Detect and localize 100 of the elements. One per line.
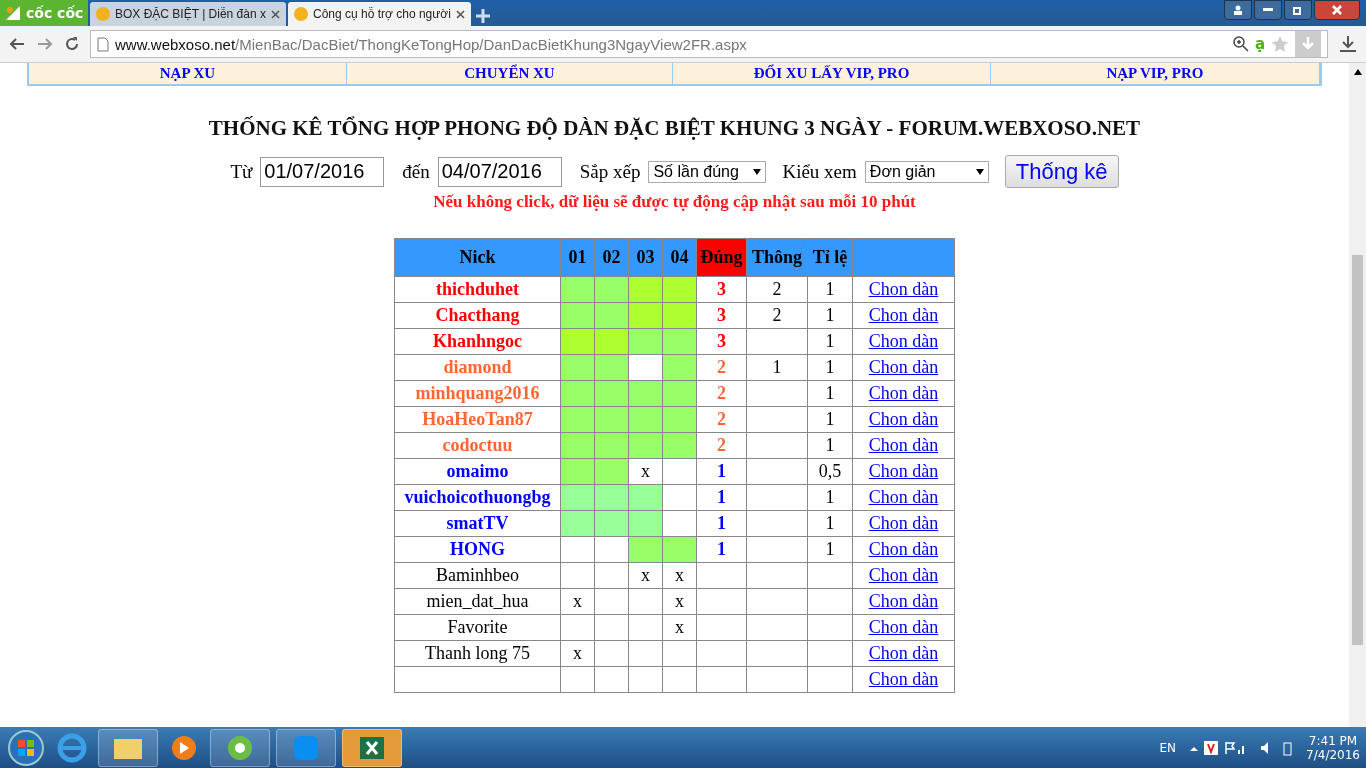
table-number: 1	[825, 331, 835, 351]
reload-icon[interactable]	[64, 36, 80, 52]
sort-label: Sắp xếp	[579, 160, 641, 183]
caret-icon	[975, 168, 984, 175]
table-number: 1	[825, 409, 835, 429]
table-number: 1	[825, 357, 835, 377]
table-number: 1	[825, 513, 835, 533]
chat-icon	[292, 733, 320, 762]
volume-battery-icon[interactable]	[1260, 739, 1295, 756]
table-number: 1	[825, 487, 835, 507]
url-text: www.webxoso.net/MienBac/DacBiet/ThongKeTongHop/DanDacBietKhung3NgayView2FR.aspx	[115, 35, 747, 53]
table-number: 1	[825, 383, 835, 403]
close-button[interactable]	[1314, 0, 1360, 20]
clock-time: 7:41 PM	[1308, 733, 1358, 748]
star-icon[interactable]	[1271, 35, 1289, 53]
start-button[interactable]	[6, 727, 46, 768]
to-date-field[interactable]: 04/07/2016	[437, 156, 562, 187]
page-title: THỐNG KÊ TỔNG HỢP PHONG ĐỘ DÀN ĐẶC BIỆT KHUNG 3 NGÀY - FORUM.WEBXOSO.NET	[208, 116, 1141, 141]
nav-link[interactable]: NẠP VIP, PRO	[991, 63, 1320, 84]
table-number: 2	[772, 305, 782, 325]
correct-count: 3	[717, 279, 726, 299]
correct-count: 1	[717, 513, 726, 533]
nick-text: Baminhbeo	[436, 565, 519, 585]
from-label: Từ	[230, 160, 253, 183]
column-header: 01	[560, 238, 595, 277]
table-number: 2	[772, 279, 782, 299]
minimize-icon	[1263, 8, 1273, 12]
minimize-button[interactable]	[1254, 0, 1282, 20]
nav-link[interactable]: CHUYỂN XU	[347, 63, 673, 84]
nick-text: mien_dat_hua	[426, 591, 529, 611]
correct-count: 3	[717, 331, 726, 351]
forward-icon[interactable]	[36, 36, 54, 52]
nick-text: vuichoicothuongbg	[404, 487, 551, 507]
view-label: Kiểu xem	[782, 160, 857, 183]
correct-count: 2	[717, 409, 726, 429]
submit-button[interactable]: Thống kê	[1004, 155, 1119, 188]
view-select[interactable]: Đơn giản	[864, 160, 989, 183]
downloads-icon[interactable]	[1338, 35, 1358, 53]
logo-icon	[4, 4, 22, 22]
close-icon[interactable]	[455, 9, 465, 19]
back-icon[interactable]	[8, 36, 26, 52]
nick-text: HONG	[450, 539, 505, 559]
scrollbar[interactable]	[1349, 63, 1366, 727]
column-header: 02	[594, 238, 629, 277]
column-header: 03	[628, 238, 663, 277]
table-number: 1	[825, 305, 835, 325]
clock-date: 7/4/2016	[1306, 747, 1360, 762]
nick-text: minhquang2016	[415, 383, 540, 403]
address-bar[interactable]: www.webxoso.net/MienBac/DacBiet/ThongKeTongHop/DanDacBietKhung3NgayView2FR.aspx ạ	[90, 30, 1328, 58]
nick-text: diamond	[443, 357, 512, 377]
table-number: 1	[825, 435, 835, 455]
column-header: Thông	[746, 238, 808, 277]
close-icon[interactable]	[270, 9, 280, 19]
notice-text: Nếu không click, dữ liệu sẽ được tự động cập nhật sau mỗi 10 phút	[433, 192, 916, 212]
browser-brand: cốc cốc	[26, 5, 84, 21]
taskbar-button[interactable]	[210, 728, 270, 767]
column-header: Nick	[394, 238, 561, 277]
table-number: 1	[825, 539, 835, 559]
user-button[interactable]	[1224, 0, 1252, 20]
maximize-button[interactable]	[1284, 0, 1312, 20]
correct-count: 1	[717, 487, 726, 507]
nick-text: Favorite	[447, 617, 508, 637]
table-number: 0,5	[818, 461, 842, 481]
user-icon	[1233, 5, 1243, 15]
correct-count: 2	[717, 435, 726, 455]
page-icon	[97, 36, 109, 52]
from-date-field[interactable]: 01/07/2016	[260, 156, 385, 187]
nick-text: codoctuu	[442, 435, 513, 455]
column-header: 04	[662, 238, 697, 277]
restore-icon	[1293, 5, 1303, 15]
nav-link[interactable]: NẠP XU	[29, 63, 347, 84]
spreadsheet-icon	[358, 734, 386, 761]
correct-count: 1	[717, 539, 726, 559]
to-label: đến	[402, 160, 430, 183]
correct-count: 2	[717, 357, 726, 377]
correct-count: 1	[717, 461, 726, 481]
nick-text: Khanhngoc	[432, 331, 522, 351]
column-header: Tỉ lệ	[807, 238, 853, 277]
sort-select[interactable]: Số lần đúng	[648, 160, 767, 183]
browser-tab[interactable]: BOX ĐẶC BIỆT | Diễn đàn x	[90, 2, 286, 26]
column-header: Đúng	[696, 238, 747, 277]
correct-count: 2	[717, 383, 726, 403]
taskbar-button[interactable]	[98, 728, 158, 767]
taskbar-button[interactable]	[342, 728, 402, 767]
nick-text: Chacthang	[435, 305, 520, 325]
nick-text: HoaHeoTan87	[422, 409, 533, 429]
scroll-up-icon[interactable]	[1353, 69, 1362, 75]
site-icon	[96, 7, 110, 21]
correct-count: 3	[717, 305, 726, 325]
caret-icon	[753, 168, 762, 175]
zoom-icon[interactable]	[1232, 36, 1249, 52]
browser-tab[interactable]: Công cụ hỗ trợ cho người	[287, 2, 471, 26]
table-number: 1	[772, 357, 782, 377]
leaf-icon	[226, 733, 254, 762]
close-icon	[1331, 5, 1343, 15]
table-number: 1	[825, 279, 835, 299]
taskbar-button[interactable]	[276, 728, 336, 767]
nick-text: thichduhet	[436, 279, 519, 299]
language-indicator[interactable]: EN	[1159, 740, 1177, 755]
nav-link[interactable]: ĐỔI XU LẤY VIP, PRO	[673, 63, 991, 84]
